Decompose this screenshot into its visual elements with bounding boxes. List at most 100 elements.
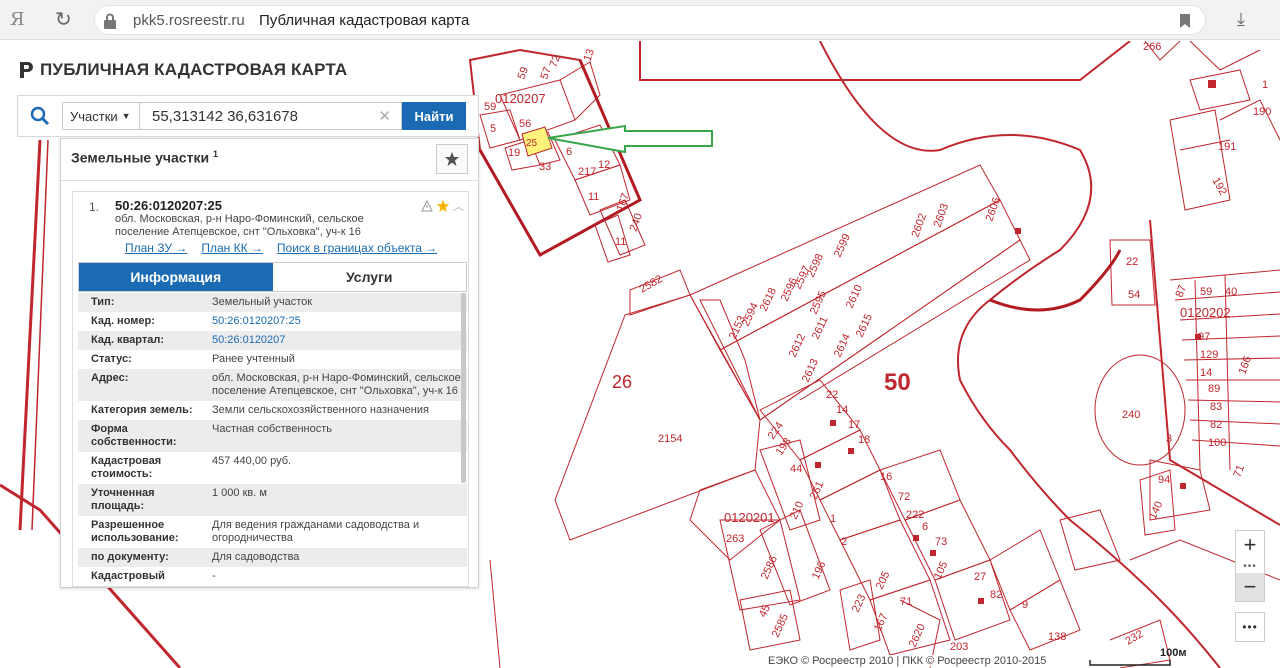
svg-text:2154: 2154 [658, 433, 682, 445]
svg-text:266: 266 [1143, 41, 1161, 53]
table-row: Кад. квартал: 50:26:0120207 [78, 331, 467, 350]
svg-text:82: 82 [990, 589, 1002, 601]
svg-text:14: 14 [836, 404, 848, 416]
tab-services[interactable]: Услуги [272, 263, 466, 291]
table-row: Уточненная площадь: 1 000 кв. м [78, 484, 467, 516]
svg-text:12: 12 [598, 159, 610, 171]
more-tools-button[interactable]: ••• [1235, 612, 1265, 642]
result-index: 1. [89, 200, 100, 214]
results-panel: Земельные участки 1 1. 50:26:0120207:25 … [60, 138, 479, 588]
star-icon [445, 152, 459, 166]
search-icon[interactable] [18, 96, 62, 136]
svg-text:205: 205 [874, 570, 893, 592]
svg-text:14: 14 [1200, 367, 1212, 379]
zoom-control: + ••• − [1235, 530, 1265, 602]
svg-text:2610: 2610 [844, 283, 865, 310]
svg-text:2612: 2612 [787, 332, 808, 359]
svg-text:166: 166 [1237, 355, 1255, 376]
svg-text:40: 40 [1225, 286, 1237, 298]
quarter-label: 0120207 [495, 91, 546, 106]
search-input[interactable]: 55,313142 36,631678 ✕ [140, 102, 402, 130]
search-within-link[interactable]: Поиск в границах объекта → [277, 241, 437, 255]
svg-text:203: 203 [950, 641, 968, 653]
browser-toolbar: Я ↻ pkk5.rosreestr.ru Публичная кадастро… [0, 0, 1280, 40]
table-row: Адрес: обл. Московская, р-н Наро-Фомински… [78, 369, 467, 401]
svg-text:223: 223 [850, 593, 869, 615]
quarter-label: 0120201 [724, 510, 775, 525]
svg-text:210: 210 [788, 500, 807, 522]
svg-text:1: 1 [830, 513, 836, 525]
cad-number-link[interactable]: 50:26:0120207:25 [208, 315, 467, 328]
svg-text:2618: 2618 [758, 286, 779, 313]
download-icon[interactable]: ⤓ [1237, 9, 1245, 30]
svg-text:167: 167 [872, 612, 891, 634]
svg-text:2603: 2603 [932, 202, 952, 229]
bookmark-icon[interactable] [1179, 13, 1191, 29]
svg-text:11: 11 [588, 191, 599, 203]
svg-text:87: 87 [1174, 283, 1189, 299]
app-header: ПУБЛИЧНАЯ КАДАСТРОВАЯ КАРТА [18, 60, 347, 80]
card-links: План ЗУ → План КК → Поиск в границах объ… [125, 241, 437, 255]
svg-text:105: 105 [932, 560, 951, 582]
svg-text:2582: 2582 [638, 273, 665, 296]
svg-text:2594: 2594 [740, 301, 761, 328]
yandex-logo[interactable]: Я [10, 9, 25, 30]
svg-text:129: 129 [1200, 349, 1218, 361]
clear-icon[interactable]: ✕ [378, 107, 391, 125]
svg-text:2595: 2595 [808, 289, 829, 316]
plan-zu-link[interactable]: План ЗУ → [125, 241, 187, 255]
panel-header: Земельные участки 1 [61, 139, 478, 181]
svg-text:72: 72 [548, 53, 563, 69]
cadastral-number: 50:26:0120207:25 [115, 198, 222, 213]
cad-quarter-link[interactable]: 50:26:0120207 [208, 334, 467, 347]
plan-kk-link[interactable]: План КК → [201, 241, 263, 255]
warning-icon[interactable] [421, 200, 433, 212]
svg-text:17: 17 [848, 419, 860, 431]
svg-text:138: 138 [1048, 631, 1066, 643]
tab-information[interactable]: Информация [79, 263, 273, 291]
panel-title: Земельные участки 1 [71, 149, 218, 166]
svg-text:18: 18 [858, 434, 870, 446]
table-row: Статус: Ранее учтенный [91, 353, 295, 365]
chevron-up-icon[interactable]: ︿ [453, 198, 464, 214]
search-type-select[interactable]: Участки ▼ [62, 102, 140, 130]
favorites-button[interactable] [436, 144, 468, 174]
svg-text:25: 25 [526, 138, 538, 149]
svg-text:73: 73 [935, 536, 947, 548]
parcel-card[interactable]: 1. 50:26:0120207:25 обл. Московская, р-н… [72, 191, 469, 587]
chevron-down-icon: ▼ [121, 111, 131, 121]
search-type-label: Участки [70, 108, 118, 124]
svg-text:100: 100 [1208, 437, 1226, 449]
zoom-out-button[interactable]: − [1236, 573, 1264, 601]
zoom-level-dots: ••• [1243, 560, 1257, 572]
svg-text:22: 22 [1126, 256, 1138, 268]
svg-text:2599: 2599 [832, 232, 853, 259]
svg-text:3: 3 [1166, 433, 1172, 445]
svg-text:2585: 2585 [770, 612, 791, 639]
star-icon[interactable] [436, 199, 450, 213]
map-label-50: 50 [884, 369, 911, 396]
zoom-in-button[interactable]: + [1236, 531, 1264, 559]
table-row: Кад. номер: 50:26:0120207:25 [78, 312, 467, 331]
svg-text:94: 94 [1158, 474, 1170, 486]
svg-text:11: 11 [615, 236, 626, 248]
svg-text:16: 16 [880, 471, 892, 483]
card-icons: ︿ [421, 198, 464, 214]
svg-text:263: 263 [726, 533, 744, 545]
table-row: по документу: Для садоводства [78, 548, 467, 567]
table-row: Категория земель: Земли сельскохозяйствен… [91, 404, 429, 416]
svg-text:83: 83 [1210, 401, 1222, 413]
page-title: Публичная кадастровая карта [259, 12, 470, 29]
search-bar: Участки ▼ 55,313142 36,631678 ✕ Найти [17, 95, 479, 137]
svg-text:33: 33 [539, 161, 551, 173]
svg-text:54: 54 [1128, 289, 1140, 301]
svg-text:89: 89 [1208, 383, 1220, 395]
svg-text:72: 72 [898, 491, 910, 503]
reload-icon[interactable]: ↻ [55, 7, 72, 32]
panel-scrollbar[interactable] [461, 293, 466, 483]
svg-text:2615: 2615 [854, 312, 875, 339]
svg-text:57: 57 [539, 65, 554, 81]
address-bar[interactable]: pkk5.rosreestr.ru Публичная кадастровая … [94, 5, 1206, 35]
svg-text:82: 82 [1210, 419, 1222, 431]
search-button[interactable]: Найти [402, 102, 466, 130]
